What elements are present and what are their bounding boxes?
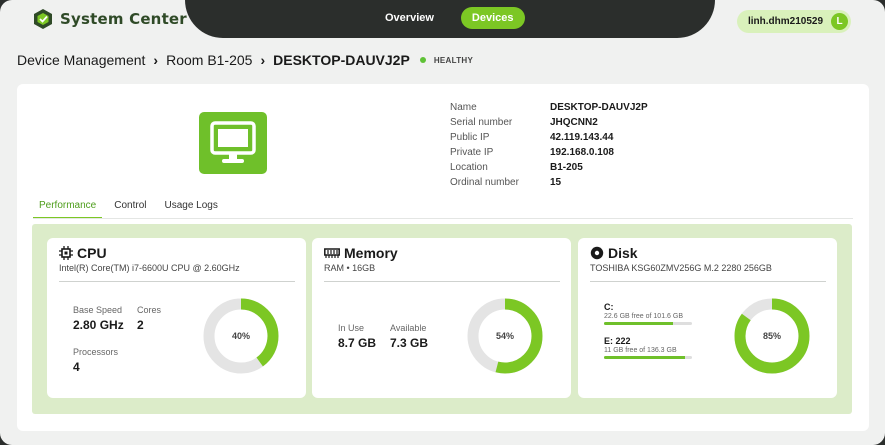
disk-model: TOSHIBA KSG60ZMV256G M.2 2280 256GB <box>590 263 772 273</box>
tab-divider <box>33 218 853 219</box>
metric-label: Available <box>390 323 427 333</box>
memory-in-use: In Use 8.7 GB <box>338 323 376 350</box>
cpu-card-title: CPU <box>59 245 107 261</box>
info-label: Private IP <box>450 147 494 158</box>
status-dot-icon <box>419 57 426 63</box>
cpu-processors: Processors 4 <box>73 347 118 374</box>
drive-name: C: <box>604 302 614 312</box>
memory-card-title: Memory <box>324 245 398 261</box>
cpu-usage-label: 40% <box>232 331 250 341</box>
main-nav: Overview Devices <box>374 7 525 29</box>
info-label: Public IP <box>450 132 490 143</box>
info-value: 42.119.143.44 <box>550 132 614 143</box>
app-window: System Center Overview Devices linh.dhm2… <box>0 0 885 445</box>
user-name: linh.dhm210529 <box>748 16 824 27</box>
disk-card: Disk TOSHIBA KSG60ZMV256G M.2 2280 256GB… <box>578 238 837 398</box>
device-detail-card: Name DESKTOP-DAUVJ2P Serial number JHQCN… <box>17 84 869 431</box>
cpu-usage-donut: 40% <box>203 298 279 374</box>
disk-usage-label: 85% <box>763 331 781 341</box>
info-label: Name <box>450 102 477 113</box>
disk-icon <box>590 246 604 260</box>
info-row-location: Location B1-205 <box>450 160 648 175</box>
cpu-card: CPU Intel(R) Core(TM) i7-6600U CPU @ 2.6… <box>47 238 306 398</box>
app-name: System Center <box>60 10 187 28</box>
metric-value: 7.3 GB <box>390 336 429 350</box>
info-value: 192.168.0.108 <box>550 147 614 158</box>
logo-icon <box>34 9 52 29</box>
info-label: Location <box>450 162 488 173</box>
disk-drive-c: C: 22.6 GB free of 101.6 GB <box>604 302 692 325</box>
tab-performance[interactable]: Performance <box>33 200 103 219</box>
drive-name: E: 222 <box>604 336 631 346</box>
memory-card: Memory RAM • 16GB In Use 8.7 GB Availabl… <box>312 238 571 398</box>
drive-usage-fill <box>604 356 685 359</box>
breadcrumb-current-device: DESKTOP-DAUVJ2P <box>273 52 410 68</box>
avatar: L <box>831 13 848 30</box>
metric-label: Cores <box>137 305 162 315</box>
info-row-public-ip: Public IP 42.119.143.44 <box>450 130 648 145</box>
drive-free-space: 22.6 GB free of 101.6 GB <box>604 313 683 320</box>
info-row-private-ip: Private IP 192.168.0.108 <box>450 145 648 160</box>
monitor-icon <box>199 112 267 174</box>
divider <box>324 281 560 282</box>
drive-usage-bar <box>604 356 692 359</box>
memory-icon <box>324 248 340 258</box>
cpu-cores: Cores 2 <box>137 305 161 332</box>
metric-value: 2 <box>137 318 144 332</box>
info-row-ordinal: Ordinal number 15 <box>450 175 648 190</box>
user-menu[interactable]: linh.dhm210529 L <box>737 10 851 33</box>
info-value: 15 <box>550 177 562 188</box>
status-badge: HEALTHY <box>433 55 474 65</box>
detail-tabs: Performance Control Usage Logs <box>33 200 230 219</box>
disk-title: Disk <box>608 245 638 261</box>
performance-panel: CPU Intel(R) Core(TM) i7-6600U CPU @ 2.6… <box>32 224 852 414</box>
nav-tab-devices[interactable]: Devices <box>460 7 525 29</box>
metric-value: 2.80 GHz <box>73 318 124 332</box>
info-row-name: Name DESKTOP-DAUVJ2P <box>450 100 648 115</box>
memory-usage-donut: 54% <box>467 298 543 374</box>
top-bar: System Center Overview Devices linh.dhm2… <box>0 0 885 38</box>
breadcrumb: Device Management › Room B1-205 › DESKTO… <box>17 52 473 68</box>
metric-label: In Use <box>338 323 365 333</box>
info-value: JHQCNN2 <box>550 117 598 128</box>
cpu-title: CPU <box>77 245 107 261</box>
device-info-table: Name DESKTOP-DAUVJ2P Serial number JHQCN… <box>450 100 648 190</box>
info-label: Serial number <box>450 117 513 128</box>
disk-usage-donut: 85% <box>734 298 810 374</box>
drive-usage-bar <box>604 322 692 325</box>
cpu-icon <box>59 246 73 260</box>
info-value: DESKTOP-DAUVJ2P <box>550 102 648 113</box>
metric-value: 8.7 GB <box>338 336 377 350</box>
cpu-model: Intel(R) Core(TM) i7-6600U CPU @ 2.60GHz <box>59 263 240 273</box>
info-row-serial: Serial number JHQCNN2 <box>450 115 648 130</box>
info-value: B1-205 <box>550 162 583 173</box>
drive-free-space: 11 GB free of 136.3 GB <box>604 347 677 354</box>
info-label: Ordinal number <box>450 177 519 188</box>
memory-available: Available 7.3 GB <box>390 323 428 350</box>
cpu-base-speed: Base Speed 2.80 GHz <box>73 305 124 332</box>
drive-usage-fill <box>604 322 673 325</box>
metric-label: Base Speed <box>73 305 123 315</box>
tab-usage-logs[interactable]: Usage Logs <box>159 200 224 219</box>
nav-tab-overview[interactable]: Overview <box>374 7 445 29</box>
divider <box>59 281 295 282</box>
breadcrumb-device-management[interactable]: Device Management <box>17 52 145 68</box>
memory-size: RAM • 16GB <box>324 263 376 273</box>
chevron-right-icon: › <box>260 52 266 68</box>
metric-label: Processors <box>73 347 119 357</box>
app-logo[interactable]: System Center <box>32 8 187 30</box>
metric-value: 4 <box>73 360 80 374</box>
tab-control[interactable]: Control <box>108 200 152 219</box>
memory-usage-label: 54% <box>496 331 514 341</box>
chevron-right-icon: › <box>153 52 159 68</box>
memory-title: Memory <box>344 245 398 261</box>
breadcrumb-room[interactable]: Room B1-205 <box>166 52 252 68</box>
disk-drive-e: E: 222 11 GB free of 136.3 GB <box>604 336 692 359</box>
disk-card-title: Disk <box>590 245 638 261</box>
divider <box>590 281 826 282</box>
